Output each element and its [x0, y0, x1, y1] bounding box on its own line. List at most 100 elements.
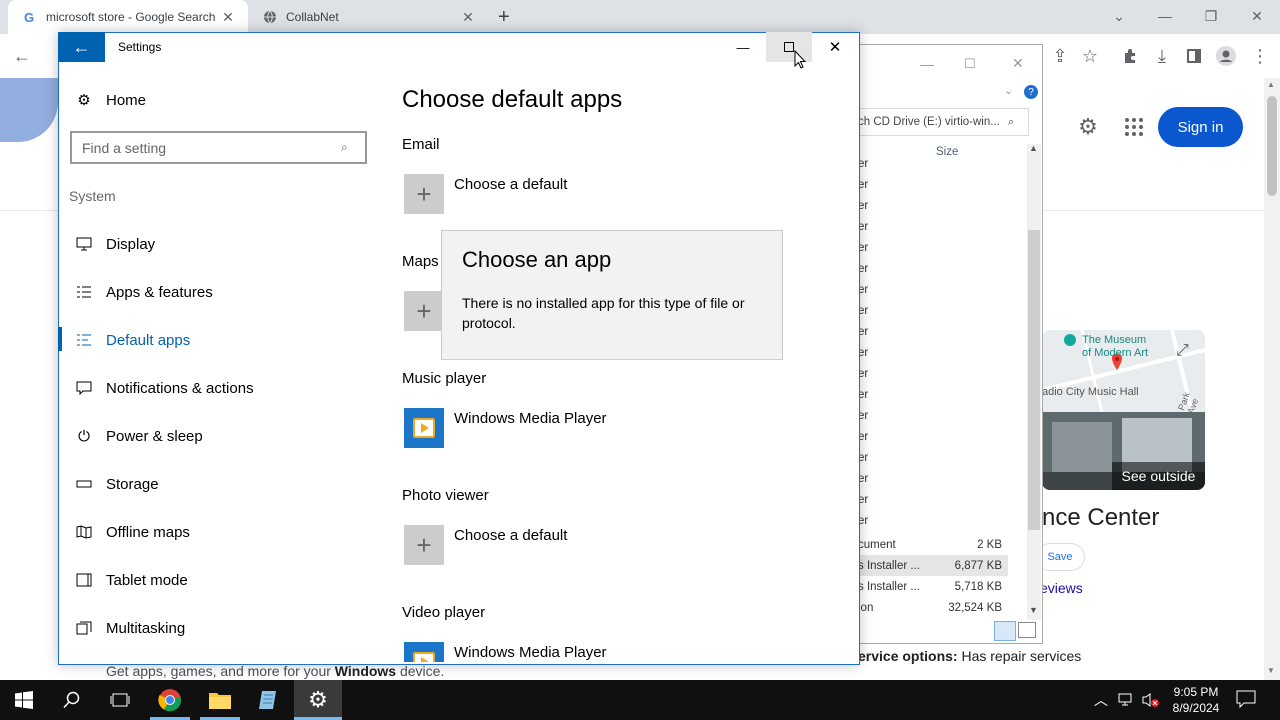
- file-size: 32,524 KB: [948, 601, 1002, 614]
- save-button[interactable]: Save: [1036, 543, 1085, 571]
- menu-kebab-icon[interactable]: ⋮: [1248, 44, 1272, 68]
- tab-collabnet[interactable]: CollabNet ✕: [248, 0, 488, 34]
- list-item[interactable]: cument 2 KB: [858, 534, 1008, 555]
- download-icon[interactable]: ⤓: [1150, 44, 1174, 68]
- close-icon[interactable]: ✕: [1234, 0, 1280, 32]
- find-setting-input[interactable]: Find a setting ⌕: [70, 131, 367, 164]
- section-label-photo: Photo viewer: [402, 487, 489, 504]
- default-apps-icon: [72, 333, 96, 347]
- nav-item-notifications[interactable]: Notifications & actions: [58, 368, 358, 408]
- profile-avatar-icon[interactable]: [1214, 44, 1238, 68]
- search-icon: ⌕: [1008, 115, 1015, 128]
- gear-icon[interactable]: ⚙: [1076, 114, 1100, 139]
- list-item[interactable]: ion 32,524 KB: [858, 597, 1008, 618]
- video-player-choice[interactable]: Windows Media Player: [454, 644, 607, 661]
- scrollbar-thumb[interactable]: [1267, 96, 1277, 196]
- close-tab-icon[interactable]: ✕: [218, 9, 238, 26]
- music-player-choice[interactable]: Windows Media Player: [454, 410, 607, 427]
- size-column-header[interactable]: Size: [936, 146, 958, 158]
- chevron-down-icon[interactable]: ⌄: [1004, 84, 1013, 97]
- list-item[interactable]: s Installer ... 5,718 KB: [858, 576, 1008, 597]
- close-tab-icon[interactable]: ✕: [458, 9, 478, 26]
- add-icon[interactable]: +: [404, 174, 444, 214]
- back-arrow-icon[interactable]: ←: [58, 32, 105, 62]
- notification-icon: [72, 381, 96, 395]
- notepad-icon[interactable]: [244, 680, 292, 720]
- apps-list-icon: [72, 285, 96, 299]
- nav-item-power-sleep[interactable]: ⏻ Power & sleep: [58, 416, 358, 456]
- nav-item-apps-features[interactable]: Apps & features: [58, 272, 358, 312]
- minimize-icon[interactable]: —: [920, 56, 934, 72]
- new-tab-icon[interactable]: +: [498, 6, 510, 29]
- network-icon[interactable]: [1118, 692, 1136, 713]
- task-view-icon[interactable]: [96, 680, 144, 720]
- file-name: cument: [858, 538, 896, 551]
- close-icon[interactable]: ✕: [1012, 55, 1024, 72]
- close-icon[interactable]: ✕: [812, 32, 858, 62]
- choose-app-popup: Choose an app There is no installed app …: [441, 230, 783, 360]
- tab-google-search[interactable]: G microsoft store - Google Search ✕: [8, 0, 248, 34]
- scroll-up-icon[interactable]: ▲: [1267, 80, 1275, 89]
- volume-muted-icon[interactable]: [1142, 692, 1160, 713]
- extension-icon[interactable]: [1118, 44, 1142, 68]
- add-icon[interactable]: +: [404, 291, 444, 331]
- nav-item-label: Display: [106, 235, 156, 253]
- list-item[interactable]: s Installer ... 6,877 KB: [858, 555, 1008, 576]
- nav-item-storage[interactable]: Storage: [58, 464, 358, 504]
- map-poi-label: of Modern Art: [1082, 347, 1149, 359]
- minimize-icon[interactable]: —: [720, 32, 766, 62]
- photo-viewer-choice[interactable]: Choose a default: [454, 527, 567, 544]
- expand-icon[interactable]: ⤢: [1176, 342, 1189, 360]
- add-icon[interactable]: +: [404, 525, 444, 565]
- nav-item-multitasking[interactable]: Multitasking: [58, 608, 358, 648]
- footer-text: Get apps, games, and more for your Windo…: [106, 663, 444, 679]
- settings-gear-icon[interactable]: ⚙: [294, 680, 342, 720]
- action-center-icon[interactable]: [1236, 690, 1256, 713]
- power-icon: ⏻: [78, 427, 90, 445]
- tablet-icon: [72, 573, 96, 587]
- nav-item-label: Notifications & actions: [106, 379, 254, 397]
- chevron-up-icon[interactable]: ︿: [1094, 690, 1108, 710]
- find-setting-placeholder: Find a setting: [82, 139, 167, 156]
- nav-item-default-apps[interactable]: Default apps: [58, 320, 358, 360]
- back-arrow-icon[interactable]: ←: [10, 44, 34, 68]
- gear-icon: ⚙: [77, 92, 91, 109]
- taskbar-clock[interactable]: 9:05 PM 8/9/2024: [1170, 684, 1222, 716]
- nav-item-label: Apps & features: [106, 283, 213, 301]
- service-options: ervice options: Has repair services: [858, 648, 1081, 664]
- nav-item-tablet-mode[interactable]: Tablet mode: [58, 560, 358, 600]
- share-icon[interactable]: ⇪: [1048, 44, 1072, 68]
- mouse-cursor-icon: [794, 49, 807, 75]
- file-explorer-icon[interactable]: [196, 680, 244, 720]
- chevron-down-icon[interactable]: ⌄: [1096, 0, 1142, 32]
- reviews-link[interactable]: eviews: [1040, 580, 1083, 596]
- search-icon: ⌕: [341, 140, 348, 154]
- minimize-icon[interactable]: —: [1142, 0, 1188, 32]
- nav-item-display[interactable]: Display: [58, 224, 358, 264]
- apps-grid-icon[interactable]: [1122, 115, 1146, 139]
- restore-icon[interactable]: ❐: [1188, 0, 1234, 32]
- nav-item-offline-maps[interactable]: Offline maps: [58, 512, 358, 552]
- large-icons-view-icon[interactable]: [1018, 622, 1036, 638]
- scroll-down-icon[interactable]: ▼: [1267, 666, 1275, 675]
- scroll-up-icon[interactable]: ▲: [1029, 143, 1038, 153]
- windows-media-player-icon[interactable]: [404, 642, 444, 662]
- windows-media-player-icon[interactable]: [404, 408, 444, 448]
- nav-home[interactable]: ⚙ Home: [58, 80, 358, 120]
- maximize-icon[interactable]: ☐: [964, 56, 976, 72]
- star-icon[interactable]: ☆: [1078, 44, 1102, 68]
- storage-icon: [72, 480, 96, 488]
- sign-in-button[interactable]: Sign in: [1158, 107, 1243, 147]
- scroll-down-icon[interactable]: ▼: [1029, 605, 1038, 615]
- help-icon[interactable]: ?: [1024, 85, 1038, 99]
- details-view-icon[interactable]: [994, 621, 1016, 641]
- start-windows-icon[interactable]: [0, 680, 48, 720]
- explorer-scroll-thumb[interactable]: [1028, 230, 1040, 530]
- side-panel-icon[interactable]: [1182, 44, 1206, 68]
- map-card[interactable]: The Museum of Modern Art adio City Music…: [1042, 330, 1205, 490]
- see-outside-label[interactable]: See outside: [1112, 462, 1205, 490]
- email-default-choice[interactable]: Choose a default: [454, 176, 567, 193]
- chrome-browser-icon[interactable]: [146, 680, 194, 720]
- explorer-search-field[interactable]: ch CD Drive (E:) virtio-win... ⌕: [858, 108, 1029, 136]
- search-icon[interactable]: [48, 680, 96, 720]
